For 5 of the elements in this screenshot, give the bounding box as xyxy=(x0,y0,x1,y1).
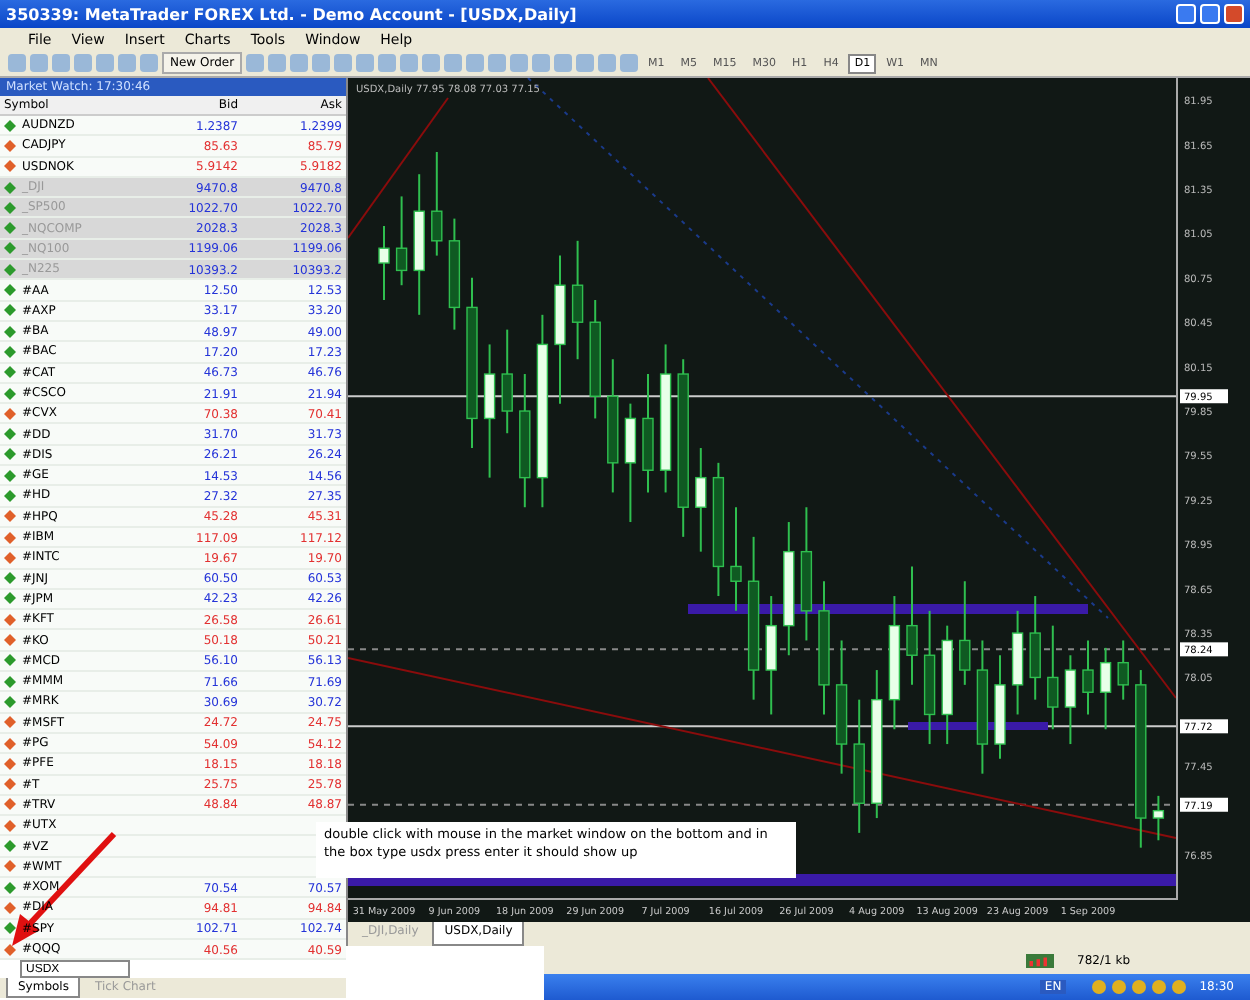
window-title: 350339: MetaTrader FOREX Ltd. - Demo Account - [USDX,Daily] xyxy=(6,5,577,23)
maximize-button[interactable] xyxy=(1200,4,1220,24)
close-button[interactable] xyxy=(1224,4,1244,24)
connection-bars-icon xyxy=(1025,953,1054,967)
minimize-button[interactable] xyxy=(1176,4,1196,24)
